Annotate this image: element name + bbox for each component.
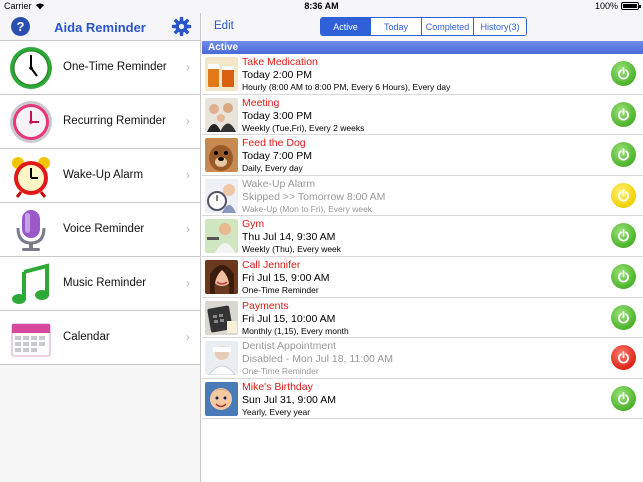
reminder-title: Dentist Appointment: [242, 340, 336, 353]
power-toggle-icon[interactable]: [611, 182, 636, 208]
sidebar-item-recurring-reminder[interactable]: Recurring Reminder ›: [0, 95, 200, 149]
reminder-title: Feed the Dog: [242, 137, 306, 150]
reminder-time: Skipped >> Tomorrow 8:00 AM: [242, 190, 386, 203]
sidebar-item-one-time-reminder[interactable]: One-Time Reminder ›: [0, 41, 200, 95]
sidebar-item-calendar[interactable]: Calendar ›: [0, 311, 200, 365]
reminder-row[interactable]: Meeting Today 3:00 PM Weekly (Tue,Fri), Ev…: [202, 95, 643, 136]
clock-icon: [10, 47, 52, 89]
reminder-detail: One-Time Reminder: [242, 284, 319, 295]
chevron-right-icon: ›: [186, 222, 190, 236]
tab-completed[interactable]: Completed: [422, 18, 474, 35]
battery-icon: [621, 2, 641, 10]
reminder-detail: Weekly (Tue,Fri), Every 2 weeks: [242, 122, 365, 133]
sidebar-item-music-reminder[interactable]: Music Reminder ›: [0, 257, 200, 311]
reminder-detail: Wake-Up (Mon to Fri), Every week: [242, 203, 373, 214]
reminder-time: Today 3:00 PM: [242, 109, 313, 122]
reminder-thumbnail: [205, 138, 238, 173]
status-right: 100%: [594, 1, 641, 11]
sidebar-item-label: Voice Reminder: [63, 223, 145, 235]
reminder-title: Take Medication: [242, 56, 318, 68]
reminder-time: Fri Jul 15, 9:00 AM: [242, 271, 330, 284]
reminder-time: Today 2:00 PM: [242, 69, 313, 81]
reminder-row[interactable]: Take Medication Today 2:00 PM Hourly (8:00…: [202, 54, 643, 95]
reminder-time: Today 7:00 PM: [242, 150, 313, 163]
status-time: 8:36 AM: [304, 1, 339, 11]
chevron-right-icon: ›: [186, 60, 190, 74]
reminder-time: Thu Jul 14, 9:30 AM: [242, 231, 336, 244]
status-bar: Carrier 8:36 AM 100%: [0, 0, 643, 13]
chevron-right-icon: ›: [186, 114, 190, 128]
tab-active[interactable]: Active: [321, 18, 371, 35]
alarm-clock-icon: [12, 157, 50, 198]
microphone-icon: [16, 210, 46, 251]
edit-button[interactable]: Edit: [214, 20, 234, 32]
reminder-detail: Weekly (Thu), Every week: [242, 244, 342, 255]
sidebar-item-label: Recurring Reminder: [63, 115, 166, 127]
reminder-row[interactable]: Dentist Appointment Disabled - Mon Jul 18…: [202, 338, 643, 379]
reminder-title: Meeting: [242, 96, 280, 109]
power-toggle-icon[interactable]: [611, 61, 636, 86]
reminder-list: Take Medication Today 2:00 PM Hourly (8:00…: [202, 54, 643, 420]
reminder-row[interactable]: Feed the Dog Today 7:00 PM Daily, Every da…: [202, 135, 643, 176]
reminder-title: Payments: [242, 299, 289, 312]
reminder-row[interactable]: Call Jennifer Fri Jul 15, 9:00 AM One-Time…: [202, 257, 643, 298]
reminder-thumbnail: [205, 259, 238, 294]
sidebar: ? Aida Reminder One-Time Reminder › Recu…: [0, 13, 201, 482]
sidebar-header: ? Aida Reminder: [0, 13, 200, 41]
chevron-right-icon: ›: [186, 330, 190, 344]
sidebar-item-label: Calendar: [63, 331, 110, 343]
calendar-icon: [11, 323, 51, 357]
reminder-detail: One-Time Reminder: [242, 366, 319, 377]
tab-history[interactable]: History(3): [474, 18, 526, 35]
tab-today[interactable]: Today: [371, 18, 422, 35]
reminder-detail: Monthly (1,15), Every month: [242, 325, 349, 336]
reminder-thumbnail: [205, 219, 238, 254]
power-toggle-icon[interactable]: [611, 263, 636, 289]
sidebar-item-voice-reminder[interactable]: Voice Reminder ›: [0, 203, 200, 257]
reminder-title: Gym: [242, 218, 265, 231]
sidebar-item-label: One-Time Reminder: [63, 61, 167, 73]
reminder-detail: Hourly (8:00 AM to 8:00 PM, Every 6 Hour…: [242, 82, 451, 92]
reminder-thumbnail: [205, 57, 238, 91]
sidebar-item-label: Wake-Up Alarm: [63, 169, 144, 181]
reminder-thumbnail: [205, 300, 238, 335]
sidebar-title: Aida Reminder: [54, 20, 146, 35]
recurring-clock-icon: [10, 101, 52, 143]
battery-percent: 100%: [594, 1, 618, 11]
filter-tabs: Active Today Completed History(3): [320, 17, 527, 36]
power-toggle-icon[interactable]: [611, 223, 636, 249]
reminder-detail: Daily, Every day: [242, 163, 303, 174]
power-toggle-icon[interactable]: [611, 101, 636, 127]
main-header: Edit Active Today Completed History(3): [202, 13, 643, 41]
reminder-row[interactable]: Payments Fri Jul 15, 10:00 AM Monthly (1,1…: [202, 298, 643, 339]
power-toggle-icon[interactable]: [611, 385, 636, 411]
music-note-icon: [12, 263, 49, 304]
reminder-row[interactable]: Mike's Birthday Sun Jul 31, 9:00 AM Yearly…: [202, 379, 643, 420]
reminder-time: Disabled - Mon Jul 18, 11:00 AM: [242, 353, 393, 366]
power-toggle-icon[interactable]: [611, 304, 636, 330]
reminder-time: Fri Jul 15, 10:00 AM: [242, 312, 336, 325]
reminder-thumbnail: [205, 97, 238, 132]
power-toggle-icon[interactable]: [611, 142, 636, 168]
reminder-title: Wake-Up Alarm: [242, 177, 316, 190]
reminder-title: Call Jennifer: [242, 258, 301, 271]
reminder-row[interactable]: Wake-Up Alarm Skipped >> Tomorrow 8:00 AM…: [202, 176, 643, 217]
chevron-right-icon: ›: [186, 168, 190, 182]
reminder-time: Sun Jul 31, 9:00 AM: [242, 393, 336, 406]
reminder-thumbnail: [205, 381, 238, 416]
power-toggle-icon[interactable]: [611, 345, 636, 371]
reminder-detail: Yearly, Every year: [242, 406, 311, 417]
main-panel: Edit Active Today Completed History(3) A…: [202, 13, 643, 482]
reminder-thumbnail: [205, 341, 238, 376]
reminder-title: Mike's Birthday: [242, 380, 313, 393]
sidebar-item-wake-up-alarm[interactable]: Wake-Up Alarm ›: [0, 149, 200, 203]
section-header: Active: [202, 41, 643, 54]
reminder-row[interactable]: Gym Thu Jul 14, 9:30 AM Weekly (Thu), Ever…: [202, 216, 643, 257]
reminder-thumbnail: [205, 178, 238, 213]
gear-icon[interactable]: [171, 16, 192, 37]
sidebar-item-label: Music Reminder: [63, 277, 147, 289]
chevron-right-icon: ›: [186, 276, 190, 290]
